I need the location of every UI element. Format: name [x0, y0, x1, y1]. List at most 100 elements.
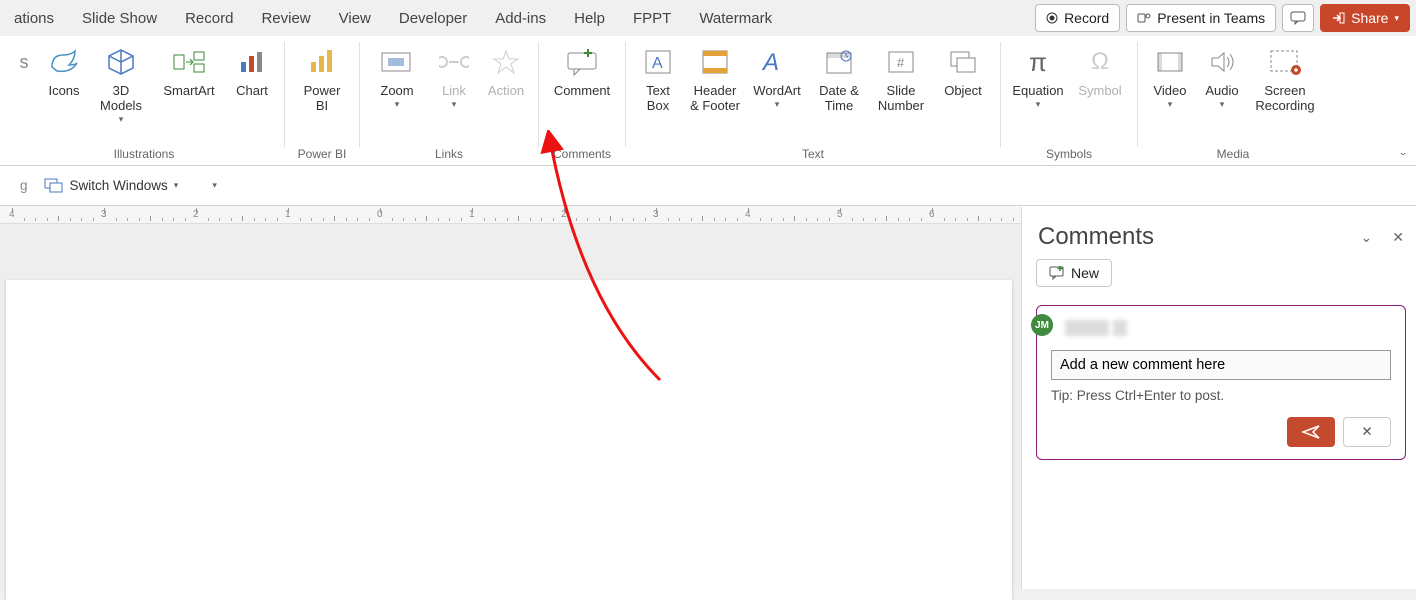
- tab-record[interactable]: Record: [171, 0, 247, 36]
- horizontal-ruler: 43210123456: [0, 206, 1021, 224]
- overflow-chevron-icon[interactable]: ▾: [212, 180, 217, 191]
- record-button[interactable]: Record: [1035, 4, 1120, 32]
- screen-label: Screen Recording: [1255, 84, 1314, 114]
- ribbon-item-datetime[interactable]: Date & Time: [808, 40, 870, 118]
- switch-label: Switch Windows: [70, 178, 168, 193]
- ribbon-item-3dmodels[interactable]: 3D Models ▾: [90, 40, 152, 129]
- teams-icon: [1137, 11, 1151, 25]
- partial-s-icon: s: [20, 52, 29, 73]
- tab-partial[interactable]: ations: [0, 0, 68, 36]
- ribbon-item-comment[interactable]: Comment: [545, 40, 619, 103]
- ribbon-item-textbox[interactable]: A Text Box: [632, 40, 684, 118]
- svg-text:A: A: [761, 49, 779, 76]
- group-text: A Text Box Header & Footer A WordArt ▾ D…: [626, 36, 1000, 165]
- tab-review[interactable]: Review: [247, 0, 324, 36]
- action-label: Action: [488, 84, 524, 99]
- calendar-icon: [824, 48, 854, 76]
- group-label-illustrations: Illustrations: [114, 145, 175, 163]
- ribbon-item-headerfooter[interactable]: Header & Footer: [684, 40, 746, 118]
- symbol-label: Symbol: [1078, 84, 1121, 99]
- close-icon: ✕: [1361, 424, 1372, 440]
- ribbon-item-video[interactable]: Video ▾: [1144, 40, 1196, 114]
- chevron-down-icon: ▾: [452, 99, 457, 110]
- wordart-label: WordArt: [753, 84, 800, 99]
- ribbon-item-symbol: Ω Symbol: [1069, 40, 1131, 103]
- icons-label: Icons: [48, 84, 79, 99]
- datetime-label: Date & Time: [819, 84, 859, 114]
- ribbon-item-powerbi[interactable]: Power BI: [291, 40, 353, 118]
- chevron-down-icon: ▾: [1168, 99, 1173, 110]
- send-icon: [1301, 424, 1321, 440]
- group-illustrations: s Icons 3D Models ▾ SmartArt Chart Illus…: [4, 36, 284, 165]
- ribbon-collapse-button[interactable]: ⌄: [1398, 147, 1408, 157]
- new-comment-button[interactable]: New: [1036, 259, 1112, 287]
- svg-text:A: A: [652, 55, 663, 72]
- new-label: New: [1071, 265, 1099, 281]
- post-comment-button[interactable]: [1287, 417, 1335, 447]
- switch-windows-button[interactable]: Switch Windows ▾: [38, 176, 185, 196]
- ribbon-item-action: Action: [480, 40, 532, 103]
- svg-text:#: #: [897, 55, 905, 70]
- ribbon-item-wordart[interactable]: A WordArt ▾: [746, 40, 808, 114]
- omega-icon: Ω: [1091, 48, 1109, 76]
- chevron-down-icon: ▾: [119, 114, 124, 125]
- comments-toggle-button[interactable]: [1282, 4, 1314, 32]
- smartart-icon: [172, 49, 206, 75]
- ribbon-item-smartart[interactable]: SmartArt: [152, 40, 226, 103]
- tab-watermark[interactable]: Watermark: [685, 0, 786, 36]
- chevron-down-icon: ▾: [1394, 13, 1399, 24]
- group-comments: Comment Comments: [539, 36, 625, 165]
- slide-canvas[interactable]: [6, 280, 1012, 600]
- powerbi-label: Power BI: [304, 84, 341, 114]
- group-label-powerbi: Power BI: [298, 145, 347, 163]
- secondary-toolbar: g Switch Windows ▾ ▾: [0, 166, 1416, 206]
- record-dot-icon: [1046, 12, 1058, 24]
- ribbon-item-screenrecording[interactable]: Screen Recording: [1248, 40, 1322, 118]
- pi-icon: π: [1029, 47, 1047, 78]
- new-comment-icon: [1049, 266, 1065, 280]
- title-bar-buttons: Record Present in Teams Share ▾: [1035, 4, 1410, 32]
- chevron-down-icon: ▾: [395, 99, 400, 110]
- present-in-teams-button[interactable]: Present in Teams: [1126, 4, 1276, 32]
- ribbon-item-object[interactable]: Object: [932, 40, 994, 103]
- ribbon-item-equation[interactable]: π Equation ▾: [1007, 40, 1069, 114]
- slide-workspace: [0, 224, 1021, 589]
- pane-settings-chevron-icon[interactable]: ⌄: [1361, 229, 1373, 246]
- ribbon-item-icons[interactable]: Icons: [38, 40, 90, 103]
- ribbon-item-slidenumber[interactable]: # Slide Number: [870, 40, 932, 118]
- audio-label: Audio: [1205, 84, 1238, 99]
- filmstrip-icon: [1155, 49, 1185, 75]
- share-button[interactable]: Share ▾: [1320, 4, 1410, 32]
- pane-close-icon[interactable]: ✕: [1392, 229, 1404, 246]
- headerfooter-icon: [700, 48, 730, 76]
- models-label: 3D Models: [100, 84, 142, 114]
- powerbi-icon: [307, 48, 337, 76]
- group-links: Zoom ▾ Link ▾ Action Links: [360, 36, 538, 165]
- tab-help[interactable]: Help: [560, 0, 619, 36]
- ribbon-item-audio[interactable]: Audio ▾: [1196, 40, 1248, 114]
- cube-icon: [105, 47, 137, 77]
- comment-label: Comment: [554, 84, 610, 99]
- tab-fppt[interactable]: FPPT: [619, 0, 685, 36]
- avatar: JM: [1031, 314, 1053, 336]
- ribbon-item-cut-s[interactable]: s: [10, 40, 38, 103]
- chevron-down-icon: ▾: [1036, 99, 1041, 110]
- zoom-label: Zoom: [380, 84, 413, 99]
- tab-developer[interactable]: Developer: [385, 0, 481, 36]
- ribbon-item-zoom[interactable]: Zoom ▾: [366, 40, 428, 114]
- cancel-comment-button[interactable]: ✕: [1343, 417, 1391, 447]
- ribbon-item-chart[interactable]: Chart: [226, 40, 278, 103]
- tab-view[interactable]: View: [325, 0, 385, 36]
- comment-input[interactable]: [1051, 350, 1391, 380]
- ribbon: s Icons 3D Models ▾ SmartArt Chart Illus…: [0, 36, 1416, 166]
- textbox-label: Text Box: [646, 84, 670, 114]
- chevron-down-icon: ▾: [775, 99, 780, 110]
- link-icon: [439, 52, 469, 72]
- tab-addins[interactable]: Add-ins: [481, 0, 560, 36]
- tab-slideshow[interactable]: Slide Show: [68, 0, 171, 36]
- share-label: Share: [1351, 10, 1388, 26]
- group-label-symbols: Symbols: [1046, 145, 1092, 163]
- chart-label: Chart: [236, 84, 268, 99]
- zoom-slide-icon: [380, 49, 414, 75]
- bird-icon: [47, 47, 81, 77]
